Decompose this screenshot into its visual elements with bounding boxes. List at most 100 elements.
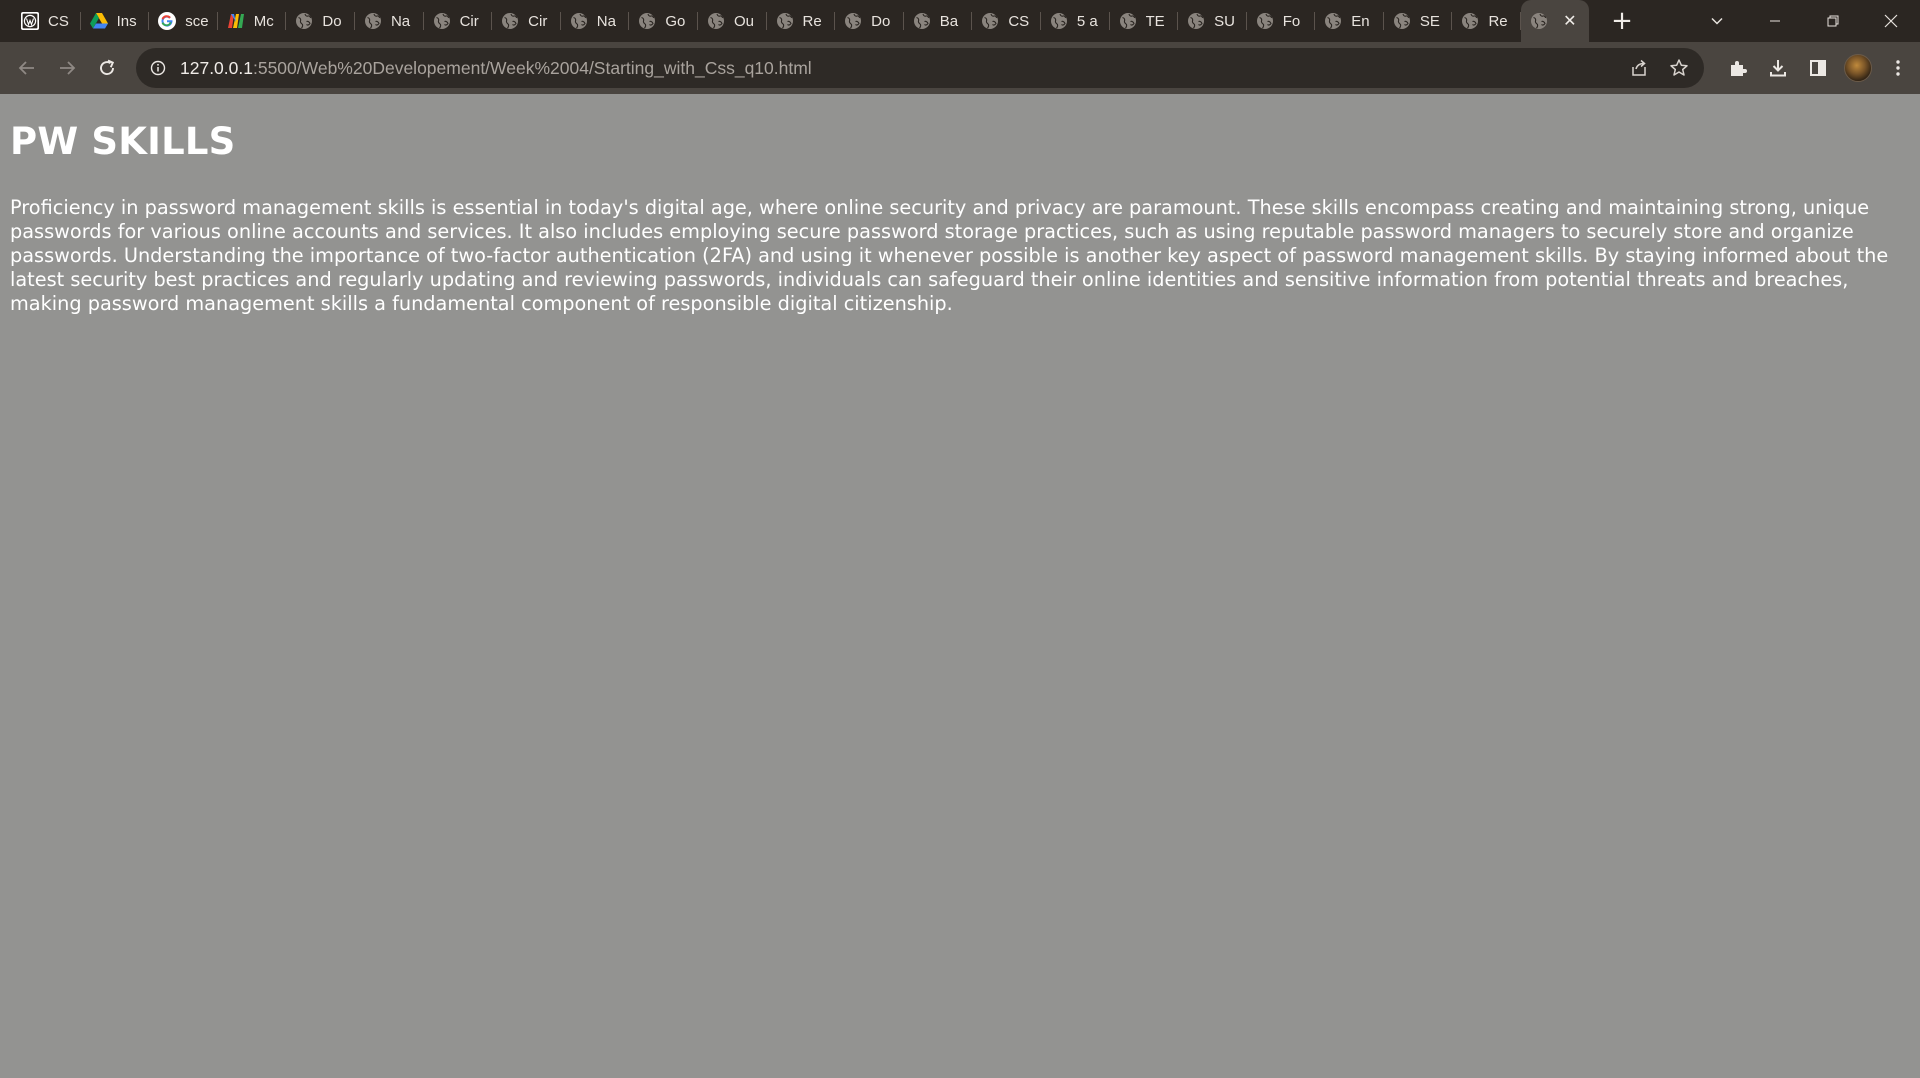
tab[interactable]: Ba <box>904 0 973 42</box>
wordpress-icon <box>20 11 40 31</box>
tab-title: SE <box>1419 12 1440 30</box>
tab-title: En <box>1351 12 1370 30</box>
tab-search-button[interactable] <box>1688 0 1746 42</box>
reload-icon <box>100 59 115 75</box>
tab[interactable]: sce <box>149 0 218 42</box>
info-icon <box>150 60 166 76</box>
kebab-menu-icon <box>1896 60 1900 76</box>
tab[interactable]: Na <box>561 0 630 42</box>
close-icon <box>1884 14 1898 28</box>
address-bar[interactable]: 127.0.0.1:5500/Web%20Developement/Week%2… <box>136 48 1704 88</box>
tab[interactable]: Do <box>286 0 355 42</box>
tab[interactable]: CS <box>12 0 81 42</box>
forward-button[interactable] <box>47 48 87 88</box>
globe-icon <box>637 11 657 31</box>
extensions-button[interactable] <box>1724 54 1752 82</box>
tab[interactable]: Re <box>1452 0 1521 42</box>
tab-title: SU <box>1214 12 1235 30</box>
chevron-down-icon <box>1711 17 1723 25</box>
globe-icon <box>980 11 1000 31</box>
tab-title: Go <box>665 12 686 30</box>
tab[interactable]: 5 a <box>1041 0 1110 42</box>
tab-title: sce <box>185 12 209 30</box>
side-panel-button[interactable] <box>1804 54 1832 82</box>
tab-title: Ba <box>939 12 959 30</box>
share-button[interactable] <box>1626 55 1652 81</box>
globe-icon <box>706 11 726 31</box>
globe-icon <box>843 11 863 31</box>
url-text[interactable]: 127.0.0.1:5500/Web%20Developement/Week%2… <box>180 58 812 79</box>
globe-icon <box>775 11 795 31</box>
tab-title: Mc <box>253 12 274 30</box>
window-controls <box>1688 0 1920 42</box>
colorful-m-icon <box>226 11 246 31</box>
tab[interactable]: CS <box>972 0 1041 42</box>
downloads-button[interactable] <box>1764 54 1792 82</box>
star-icon <box>1670 59 1688 76</box>
tab-title: Do <box>322 12 342 30</box>
tab[interactable]: Cir <box>492 0 561 42</box>
globe-icon <box>1529 11 1549 31</box>
globe-icon <box>294 11 314 31</box>
tab[interactable]: Re <box>767 0 836 42</box>
download-icon <box>1770 60 1786 77</box>
tab[interactable]: Do <box>835 0 904 42</box>
menu-button[interactable] <box>1884 54 1912 82</box>
side-panel-icon <box>1810 60 1826 76</box>
tab-title: Cir <box>528 12 548 30</box>
tab[interactable]: Ou <box>698 0 767 42</box>
new-tab-button[interactable]: + <box>1607 6 1637 36</box>
bookmark-button[interactable] <box>1666 55 1692 81</box>
tab[interactable]: SE <box>1384 0 1453 42</box>
back-button[interactable] <box>7 48 47 88</box>
tab-strip: CS Ins sce Mc Do Na Cir Cir Na Go Ou Re Do Ba CS 5 a TE S… <box>0 0 1920 42</box>
tab[interactable]: Na <box>355 0 424 42</box>
tab[interactable]: Ins <box>81 0 150 42</box>
google-icon <box>157 11 177 31</box>
minimize-button[interactable] <box>1746 0 1804 42</box>
omnibox-actions <box>1626 48 1692 88</box>
arrow-left-icon <box>18 61 34 75</box>
tab-title: Do <box>871 12 891 30</box>
tab[interactable]: Fo <box>1247 0 1316 42</box>
tab-active[interactable]: ✕ <box>1521 0 1590 42</box>
globe-icon <box>569 11 589 31</box>
browser-window: CS Ins sce Mc Do Na Cir Cir Na Go Ou Re Do Ba CS 5 a TE S… <box>0 0 1920 1078</box>
close-window-button[interactable] <box>1862 0 1920 42</box>
tab-title: 5 a <box>1076 12 1098 30</box>
tab-close-icon[interactable]: ✕ <box>1563 11 1576 31</box>
tab[interactable]: En <box>1315 0 1384 42</box>
reload-button[interactable] <box>87 48 127 88</box>
url-path: :5500/Web%20Developement/Week%2004/Start… <box>252 57 812 78</box>
toolbar-actions <box>1724 48 1912 88</box>
tab-title: Re <box>802 12 822 30</box>
globe-icon <box>1255 11 1275 31</box>
tab[interactable]: Cir <box>424 0 493 42</box>
globe-icon <box>363 11 383 31</box>
tab[interactable]: TE <box>1110 0 1179 42</box>
url-host: 127.0.0.1 <box>180 57 253 78</box>
tab-title: Cir <box>459 12 479 30</box>
globe-icon <box>1118 11 1138 31</box>
tab[interactable]: SU <box>1178 0 1247 42</box>
restore-button[interactable] <box>1804 0 1862 42</box>
restore-icon <box>1827 15 1839 27</box>
page-heading: PW SKILLS <box>10 120 236 163</box>
google-drive-icon <box>89 11 109 31</box>
site-info-button[interactable] <box>148 58 168 78</box>
globe-icon <box>500 11 520 31</box>
puzzle-icon <box>1731 61 1747 76</box>
browser-toolbar: 127.0.0.1:5500/Web%20Developement/Week%2… <box>0 42 1920 94</box>
tab-title: CS <box>48 12 69 30</box>
globe-icon <box>912 11 932 31</box>
tab-title: Fo <box>1282 12 1301 30</box>
profile-button[interactable] <box>1844 54 1872 82</box>
minimize-icon <box>1770 20 1780 22</box>
page-viewport: PW SKILLS Proficiency in password manage… <box>0 94 1920 1078</box>
tab-title: TE <box>1145 12 1165 30</box>
globe-icon <box>1392 11 1412 31</box>
tab[interactable]: Go <box>629 0 698 42</box>
tab-list: CS Ins sce Mc Do Na Cir Cir Na Go Ou Re Do Ba CS 5 a TE S… <box>0 0 1637 42</box>
tab[interactable]: Mc <box>218 0 287 42</box>
globe-icon <box>1460 11 1480 31</box>
